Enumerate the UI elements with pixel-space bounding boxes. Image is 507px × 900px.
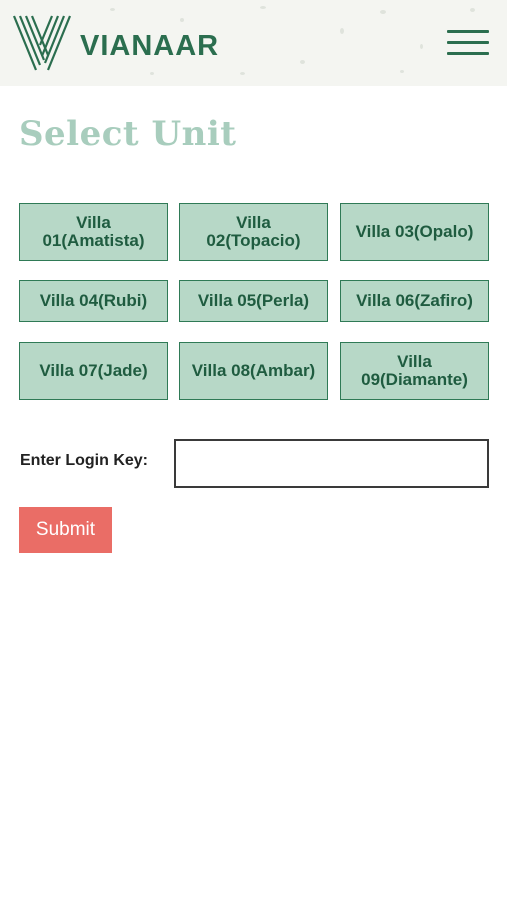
unit-button-villa-09[interactable]: Villa 09(Diamante) bbox=[340, 342, 489, 400]
vianaar-v-logo-icon[interactable] bbox=[12, 14, 72, 72]
unit-label: Villa 03(Opalo) bbox=[355, 222, 474, 241]
texture-speck bbox=[380, 10, 386, 14]
unit-label: 02(Topacio) bbox=[206, 231, 301, 250]
texture-speck bbox=[150, 72, 154, 75]
unit-button-villa-05[interactable]: Villa 05(Perla) bbox=[179, 280, 328, 322]
unit-label: Villa bbox=[76, 213, 111, 232]
texture-speck bbox=[180, 18, 184, 22]
texture-speck bbox=[300, 60, 305, 64]
texture-speck bbox=[260, 6, 266, 9]
menu-bar bbox=[447, 41, 489, 44]
unit-button-villa-04[interactable]: Villa 04(Rubi) bbox=[19, 280, 168, 322]
unit-label: Villa 05(Perla) bbox=[197, 291, 310, 310]
submit-button[interactable]: Submit bbox=[19, 507, 112, 553]
unit-label: Villa 08(Ambar) bbox=[191, 361, 316, 380]
page-title: Select Unit bbox=[19, 114, 237, 154]
unit-label: Villa bbox=[397, 352, 432, 371]
unit-label: Villa bbox=[236, 213, 271, 232]
hamburger-menu-icon[interactable] bbox=[447, 28, 489, 58]
unit-button-villa-01[interactable]: Villa 01(Amatista) bbox=[19, 203, 168, 261]
unit-button-villa-06[interactable]: Villa 06(Zafiro) bbox=[340, 280, 489, 322]
site-header: VIANAAR bbox=[0, 0, 507, 86]
unit-button-villa-08[interactable]: Villa 08(Ambar) bbox=[179, 342, 328, 400]
unit-label: Villa 07(Jade) bbox=[39, 361, 148, 380]
brand-name[interactable]: VIANAAR bbox=[80, 30, 219, 63]
texture-speck bbox=[400, 70, 404, 73]
login-key-label: Enter Login Key: bbox=[20, 452, 149, 469]
unit-label: Villa 06(Zafiro) bbox=[356, 291, 473, 310]
unit-button-villa-03[interactable]: Villa 03(Opalo) bbox=[340, 203, 489, 261]
texture-speck bbox=[110, 8, 115, 11]
unit-button-villa-02[interactable]: Villa 02(Topacio) bbox=[179, 203, 328, 261]
texture-speck bbox=[240, 72, 245, 75]
menu-bar bbox=[447, 30, 489, 33]
unit-label: Villa 04(Rubi) bbox=[39, 291, 148, 310]
unit-button-villa-07[interactable]: Villa 07(Jade) bbox=[19, 342, 168, 400]
menu-bar bbox=[447, 52, 489, 55]
texture-speck bbox=[340, 28, 344, 34]
unit-label: 01(Amatista) bbox=[42, 231, 145, 250]
login-key-input[interactable] bbox=[174, 439, 489, 488]
texture-speck bbox=[420, 44, 423, 49]
texture-speck bbox=[470, 8, 475, 12]
unit-label: 09(Diamante) bbox=[361, 370, 468, 389]
